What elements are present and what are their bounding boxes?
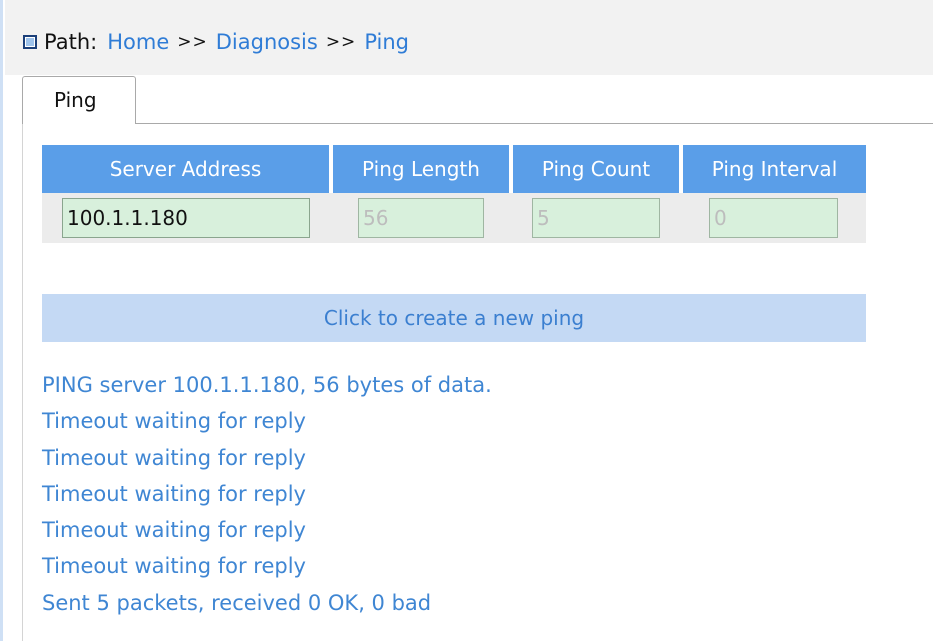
breadcrumb-bar: Path: Home >> Diagnosis >> Ping: [5, 0, 933, 75]
header-server-address: Server Address: [42, 145, 329, 193]
breadcrumb-separator: >>: [177, 32, 208, 52]
tab-label: Ping: [54, 88, 97, 112]
ping-count-input: [532, 198, 660, 238]
left-frame-edge: [0, 0, 3, 641]
breadcrumb: Path: Home >> Diagnosis >> Ping: [23, 28, 409, 56]
ping-length-input: [358, 198, 484, 238]
breadcrumb-home-link[interactable]: Home: [107, 30, 169, 54]
header-ping-count: Ping Count: [513, 145, 679, 193]
tab-panel-border: [22, 123, 23, 641]
output-line: Timeout waiting for reply: [42, 481, 306, 506]
breadcrumb-diagnosis-link[interactable]: Diagnosis: [216, 30, 318, 54]
tab-ping[interactable]: Ping: [22, 76, 136, 124]
output-line: PING server 100.1.1.180, 56 bytes of dat…: [42, 373, 492, 397]
ping-settings-table: Server Address Ping Length Ping Count Pi…: [42, 145, 866, 243]
output-line: Timeout waiting for reply: [42, 518, 306, 543]
breadcrumb-label: Path:: [44, 30, 98, 54]
output-line: Timeout waiting for reply: [42, 409, 306, 434]
create-ping-button[interactable]: Click to create a new ping: [42, 294, 866, 342]
tab-strip-border: [136, 123, 933, 124]
header-ping-interval: Ping Interval: [683, 145, 866, 193]
output-line: Timeout waiting for reply: [42, 445, 306, 470]
breadcrumb-separator: >>: [325, 32, 357, 52]
window-icon: [23, 35, 37, 49]
output-line: Timeout waiting for reply: [42, 554, 306, 579]
header-ping-length: Ping Length: [333, 145, 509, 193]
output-line: Sent 5 packets, received 0 OK, 0 bad: [42, 590, 432, 615]
ping-interval-input: [709, 198, 838, 238]
breadcrumb-ping-link[interactable]: Ping: [364, 30, 409, 54]
ping-output: PING server 100.1.1.180, 56 bytes of dat…: [42, 367, 492, 621]
server-address-input[interactable]: [62, 198, 310, 238]
